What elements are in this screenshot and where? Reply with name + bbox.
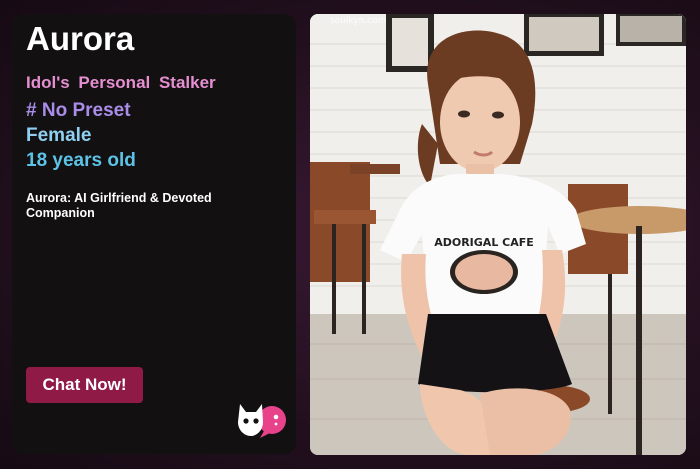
character-name: Aurora [26,20,135,57]
character-card: Aurora Idol's Personal Stalker # No Pres… [12,14,296,454]
age-label: 18 years old [26,150,136,171]
chat-now-button[interactable]: Chat Now! [26,367,143,403]
soulkyn-logo-icon [238,404,286,438]
shirt-text: ADORIGAL CAFE [434,236,534,249]
character-description: Aurora: AI Girlfriend & Devoted Companio… [26,191,212,220]
character-tagline: Idol's Personal Stalker [26,73,216,92]
character-portrait: ADORIGAL CAFE soulkyn.com [310,14,686,455]
photo-watermark: soulkyn.com [330,16,387,26]
gender-label: Female [26,125,92,146]
portrait-illustration: ADORIGAL CAFE [310,14,686,455]
preset-label: # No Preset [26,100,131,121]
